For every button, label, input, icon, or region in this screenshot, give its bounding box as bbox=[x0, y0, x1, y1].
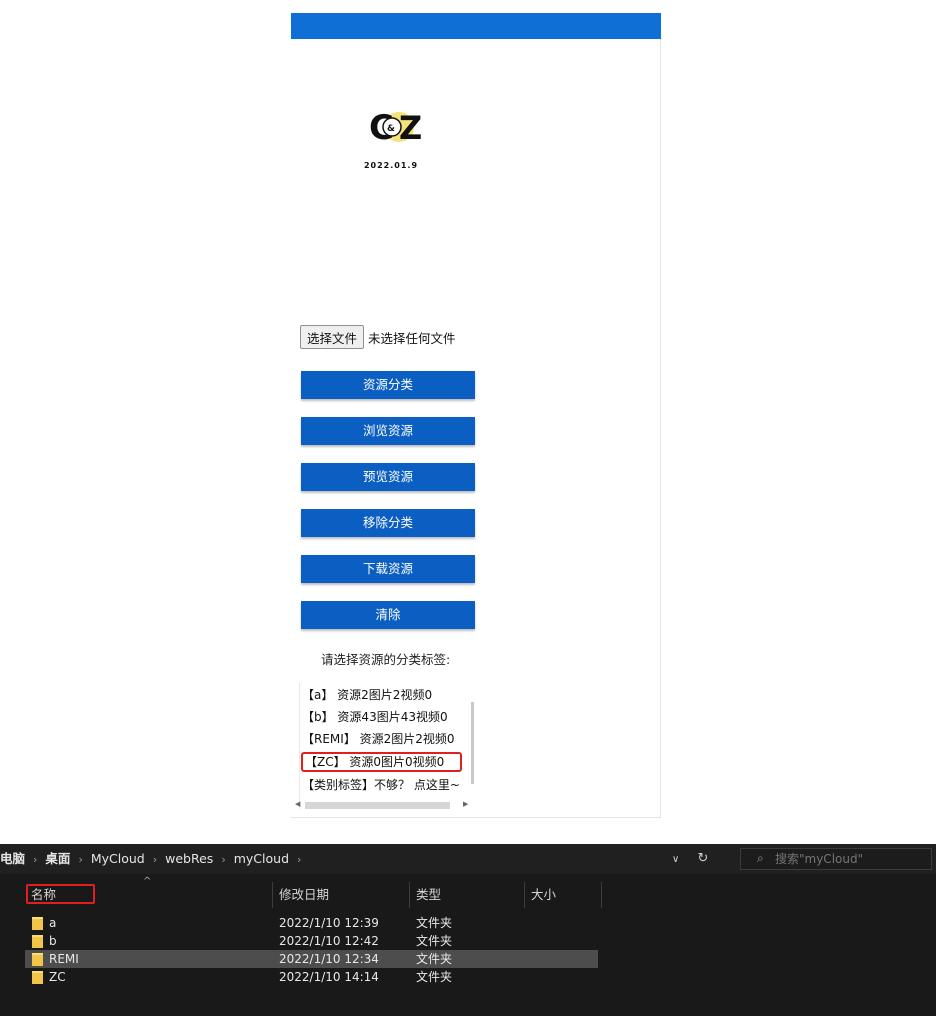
breadcrumb-webres[interactable]: webRes bbox=[165, 851, 213, 866]
file-name: a bbox=[49, 916, 57, 930]
breadcrumb-separator-icon: › bbox=[33, 853, 38, 866]
folder-icon bbox=[32, 917, 43, 930]
file-row-b[interactable]: b 2022/1/10 12:42 文件夹 bbox=[25, 932, 598, 950]
tag-item-more[interactable]: 【类别标签】不够？ 点这里~ bbox=[302, 775, 460, 795]
tag-item-b[interactable]: 【b】 资源43图片43视频0 bbox=[302, 707, 448, 727]
column-divider[interactable] bbox=[524, 882, 525, 908]
logo-graphic: C & Z bbox=[369, 108, 422, 148]
svg-text:&: & bbox=[387, 124, 395, 134]
column-divider[interactable] bbox=[272, 882, 273, 908]
file-row-zc[interactable]: ZC 2022/1/10 14:14 文件夹 bbox=[25, 968, 598, 986]
svg-text:Z: Z bbox=[399, 109, 422, 147]
breadcrumb-desktop[interactable]: 桌面 bbox=[45, 851, 70, 866]
breadcrumb-separator-icon: › bbox=[297, 853, 302, 866]
address-tools: ∨ ↻ bbox=[672, 844, 708, 874]
breadcrumb-separator-icon: › bbox=[152, 853, 158, 866]
tag-list-horizontal-scrollbar[interactable]: ◀ ▶ bbox=[295, 799, 473, 810]
column-divider[interactable] bbox=[601, 882, 602, 908]
breadcrumb-this-pc[interactable]: 电脑 bbox=[0, 851, 25, 866]
category-prompt: 请选择资源的分类标签: bbox=[321, 652, 451, 667]
file-row-remi[interactable]: REMI 2022/1/10 12:34 文件夹 bbox=[25, 950, 598, 968]
file-type: 文件夹 bbox=[416, 916, 453, 930]
file-picker-row: 选择文件 未选择任何文件 bbox=[300, 325, 456, 349]
scroll-left-icon[interactable]: ◀ bbox=[295, 799, 300, 810]
file-row-a[interactable]: a 2022/1/10 12:39 文件夹 bbox=[25, 914, 598, 932]
logo-date: 2022.01.9 bbox=[363, 161, 419, 170]
column-divider[interactable] bbox=[409, 882, 410, 908]
top-bar bbox=[291, 13, 661, 39]
tag-item-a[interactable]: 【a】 资源2图片2视频0 bbox=[302, 685, 432, 705]
file-name: REMI bbox=[49, 952, 79, 966]
file-name: b bbox=[49, 934, 57, 948]
breadcrumb-mycloud-root[interactable]: MyCloud bbox=[91, 851, 145, 866]
choose-file-button[interactable]: 选择文件 bbox=[300, 325, 365, 349]
category-tag-list[interactable]: 【a】 资源2图片2视频0 【b】 资源43图片43视频0 【REMI】 资源2… bbox=[299, 683, 476, 809]
download-resources-button[interactable]: 下载资源 bbox=[301, 555, 475, 583]
file-type: 文件夹 bbox=[416, 970, 453, 984]
column-type[interactable]: 类型 bbox=[416, 884, 441, 903]
browse-resources-button[interactable]: 浏览资源 bbox=[301, 417, 475, 445]
clear-button[interactable]: 清除 bbox=[301, 601, 475, 629]
file-type: 文件夹 bbox=[416, 934, 453, 948]
chevron-down-icon[interactable]: ∨ bbox=[672, 854, 679, 865]
preview-resources-button[interactable]: 预览资源 bbox=[301, 463, 475, 491]
file-date: 2022/1/10 12:39 bbox=[279, 916, 379, 930]
breadcrumb: 电脑 › 桌面 › MyCloud › webRes › myCloud › bbox=[0, 844, 309, 874]
file-type: 文件夹 bbox=[416, 952, 453, 966]
file-explorer: 电脑 › 桌面 › MyCloud › webRes › myCloud › ∨ ↻ ⌕ ^ 名称… bbox=[0, 844, 936, 1016]
folder-icon bbox=[32, 953, 43, 966]
web-app-panel: C & Z 2022.01.9 选择文件 未选择任何文件 资源分类 浏览资源 预… bbox=[291, 13, 661, 818]
tag-list-vertical-scrollbar[interactable] bbox=[471, 702, 474, 784]
highlight-box-zc-tag bbox=[301, 752, 462, 772]
column-size[interactable]: 大小 bbox=[531, 884, 556, 903]
file-date: 2022/1/10 12:34 bbox=[279, 952, 379, 966]
search-icon: ⌕ bbox=[757, 851, 764, 865]
breadcrumb-separator-icon: › bbox=[78, 853, 83, 866]
folder-icon bbox=[32, 935, 43, 948]
file-status-text: 未选择任何文件 bbox=[368, 330, 456, 346]
breadcrumb-mycloud[interactable]: myCloud bbox=[234, 851, 289, 866]
scroll-right-icon[interactable]: ▶ bbox=[463, 799, 468, 810]
scrollbar-thumb[interactable] bbox=[305, 802, 450, 809]
column-date[interactable]: 修改日期 bbox=[279, 884, 329, 903]
file-date: 2022/1/10 12:42 bbox=[279, 934, 379, 948]
file-date: 2022/1/10 14:14 bbox=[279, 970, 379, 984]
classify-resources-button[interactable]: 资源分类 bbox=[301, 371, 475, 399]
remove-category-button[interactable]: 移除分类 bbox=[301, 509, 475, 537]
column-header: ^ 名称 修改日期 类型 大小 bbox=[0, 874, 936, 908]
refresh-icon[interactable]: ↻ bbox=[697, 851, 708, 866]
logo: C & Z bbox=[336, 105, 446, 165]
address-bar[interactable]: 电脑 › 桌面 › MyCloud › webRes › myCloud › ∨ ↻ ⌕ bbox=[0, 844, 936, 874]
tag-item-remi[interactable]: 【REMI】 资源2图片2视频0 bbox=[302, 729, 455, 749]
search-box[interactable]: ⌕ bbox=[740, 848, 932, 870]
highlight-box-zc-folder bbox=[26, 884, 95, 904]
breadcrumb-separator-icon: › bbox=[221, 853, 226, 866]
search-input[interactable] bbox=[775, 851, 925, 867]
file-name: ZC bbox=[49, 970, 66, 984]
folder-icon bbox=[32, 971, 43, 984]
sort-ascending-icon: ^ bbox=[143, 876, 152, 887]
